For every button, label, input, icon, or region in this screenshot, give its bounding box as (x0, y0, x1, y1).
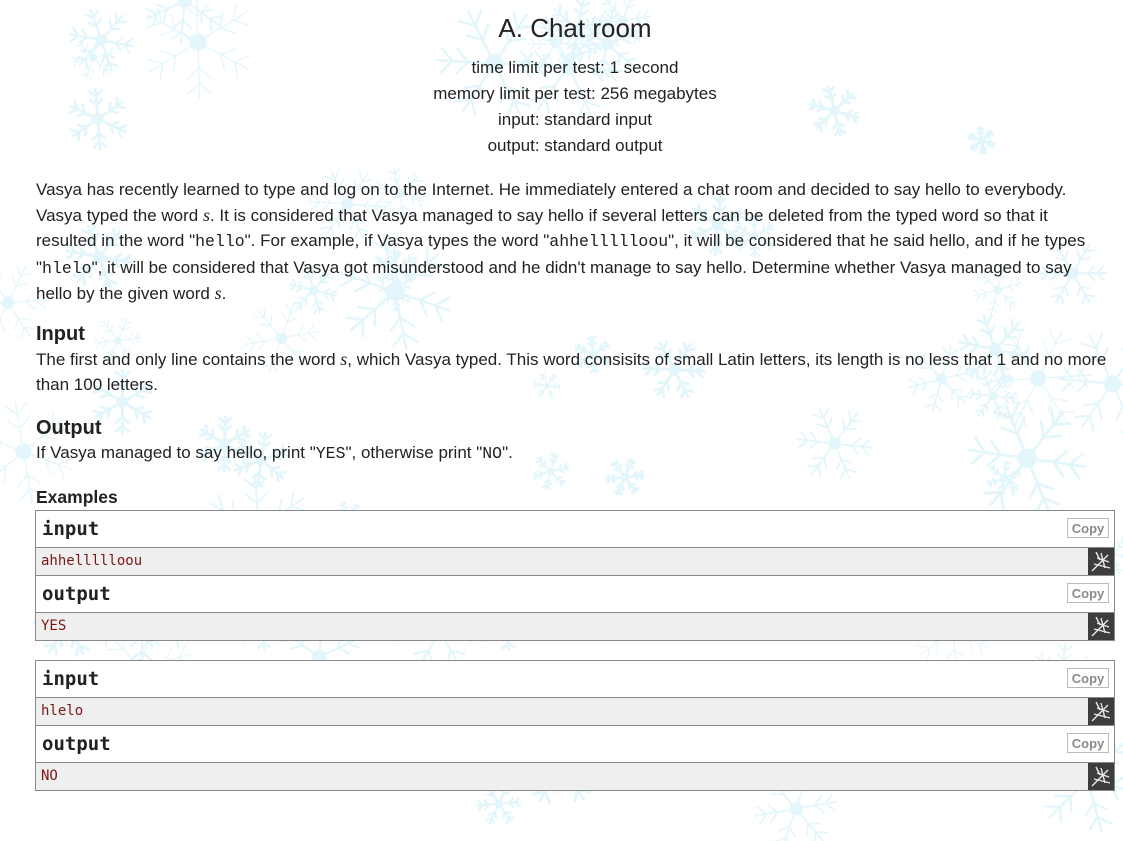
pen-icon[interactable] (1088, 698, 1114, 725)
example-input-text: ahhellllloou (41, 553, 143, 569)
problem-statement: A. Chat room time limit per test: 1 seco… (0, 0, 1123, 841)
input-file: input: standard input (497, 110, 653, 129)
memory-limit: memory limit per test: 256 megabytes (433, 84, 717, 103)
example-output-text: NO (41, 768, 58, 784)
example-output-header: output Copy (36, 726, 1114, 763)
example-output-body: NO (36, 763, 1114, 790)
input-text-part: The first and only line contains the wor… (36, 350, 341, 369)
output-section-text: If Vasya managed to say hello, print "YE… (36, 440, 1111, 466)
code-yes: YES (315, 444, 346, 463)
time-limit: time limit per test: 1 second (471, 58, 679, 77)
example-input-text: hlelo (41, 703, 84, 719)
pen-icon[interactable] (1088, 613, 1114, 640)
example-input-body: ahhellllloou (36, 548, 1114, 576)
legend-part: ". For example, if Vasya types the word … (244, 231, 550, 250)
output-text-part: ". (502, 443, 513, 462)
copy-button[interactable]: Copy (1067, 733, 1109, 753)
pen-icon[interactable] (1088, 763, 1114, 790)
example-output-label: output (42, 583, 111, 605)
example-input-label: input (42, 518, 100, 540)
output-file: output: standard output (487, 136, 663, 155)
input-section-title: Input (36, 323, 85, 345)
code-example-word: ahhellllloou (549, 232, 669, 251)
example-input-body: hlelo (36, 698, 1114, 726)
legend-part: ", it will be considered that Vasya got … (36, 257, 1072, 304)
code-example-word: hlelo (42, 258, 92, 278)
output-text-part: ", otherwise print " (345, 443, 483, 462)
examples-title: Examples (36, 487, 118, 507)
copy-button[interactable]: Copy (1067, 518, 1109, 538)
example-input-header: input Copy (36, 661, 1114, 698)
copy-button[interactable]: Copy (1067, 668, 1109, 688)
example-input-label: input (42, 668, 100, 690)
example-block-1: input Copy ahhellllloou output Copy YES (35, 510, 1115, 641)
code-no: NO (482, 444, 503, 463)
output-section-title: Output (36, 417, 102, 439)
example-block-2: input Copy hlelo output Copy NO (35, 660, 1115, 791)
math-variable-s: s (202, 204, 210, 225)
legend-part: . (221, 284, 227, 303)
output-text-part: If Vasya managed to say hello, print " (36, 443, 316, 462)
legend-text: Vasya has recently learned to type and l… (36, 177, 1111, 307)
problem-title: A. Chat room (498, 13, 652, 43)
example-output-header: output Copy (36, 576, 1114, 613)
pen-icon[interactable] (1088, 548, 1114, 575)
input-section-text: The first and only line contains the wor… (36, 347, 1111, 397)
example-output-text: YES (41, 618, 67, 634)
math-variable-s: s (214, 283, 222, 303)
copy-button[interactable]: Copy (1067, 583, 1109, 603)
example-output-body: YES (36, 613, 1114, 640)
example-input-header: input Copy (36, 511, 1114, 548)
example-output-label: output (42, 733, 111, 755)
code-hello: hello (195, 232, 245, 251)
